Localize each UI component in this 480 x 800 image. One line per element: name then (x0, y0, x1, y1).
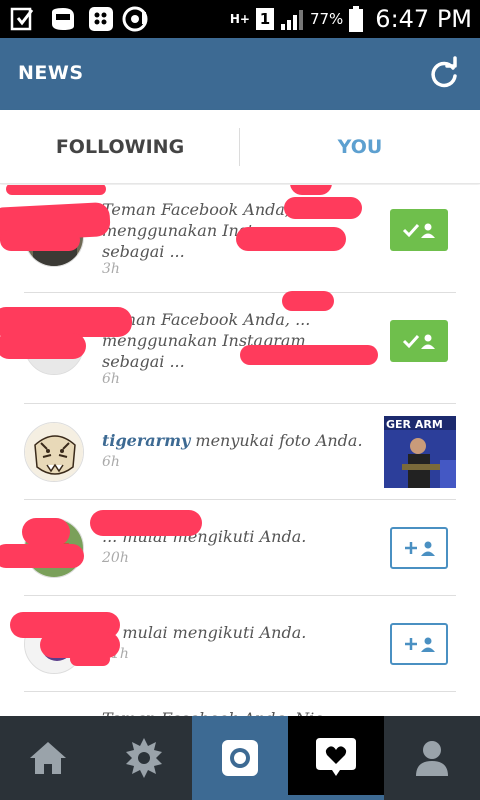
item-time: 20h (102, 550, 129, 566)
redaction-mark (284, 197, 362, 219)
add-user-icon (405, 541, 435, 556)
redaction-mark (0, 333, 86, 359)
follow-button[interactable] (390, 527, 448, 569)
following-button[interactable] (390, 209, 448, 251)
download-icon (10, 7, 34, 31)
tiger-avatar-icon (25, 423, 83, 481)
explore-icon (126, 738, 162, 778)
item-text: tigerarmy menyukai foto Anda. (102, 430, 372, 451)
profile-icon (416, 741, 448, 776)
follow-button[interactable] (390, 623, 448, 665)
status-indicators: H+ 1 77% 6:47 PM (230, 4, 472, 34)
network-type: H+ (229, 12, 250, 26)
page-title: NEWS (18, 62, 84, 84)
chat-icon (52, 8, 74, 30)
bottom-nav (0, 716, 480, 800)
nav-home[interactable] (0, 716, 96, 800)
battery-percent: 77% (309, 10, 344, 28)
avatar (24, 422, 84, 482)
redaction-mark (22, 518, 70, 546)
item-text: Teman Facebook Anda, Nic (102, 708, 372, 716)
item-time: 6h (102, 454, 120, 470)
nav-camera[interactable] (192, 716, 288, 800)
tab-bar: FOLLOWING YOU (0, 110, 480, 184)
list-item[interactable]: Teman Facebook Anda, ... menggunakan Ins… (0, 291, 480, 404)
status-bar: H+ 1 77% 6:47 PM (0, 0, 480, 38)
liked-photo-thumbnail[interactable]: GER ARM (384, 416, 456, 488)
list-item[interactable]: Teman Facebook Anda, ... menggunakan Ins… (0, 185, 480, 293)
bbm-icon (89, 7, 113, 31)
clock: 6:47 PM (375, 5, 472, 33)
item-time: 6h (102, 371, 120, 387)
message-icon (122, 6, 148, 32)
redaction-mark (70, 652, 110, 666)
tab-you[interactable]: YOU (240, 110, 480, 184)
list-item[interactable]: ... mulai mengikuti Anda. 20h (0, 500, 480, 596)
add-user-icon (405, 637, 435, 652)
signal-icon (280, 10, 303, 30)
news-feed[interactable]: Teman Facebook Anda, ... menggunakan Ins… (0, 185, 480, 716)
redaction-mark (282, 291, 334, 311)
following-check-icon (402, 334, 435, 349)
home-icon (30, 742, 66, 774)
list-item[interactable]: ... mulai mengikuti Anda. 21h (0, 596, 480, 692)
nav-explore[interactable] (96, 716, 192, 800)
battery-icon (349, 6, 364, 32)
redaction-mark (0, 229, 80, 251)
redaction-mark (0, 544, 84, 568)
app-header: NEWS (0, 38, 480, 110)
item-action-text: menyukai foto Anda. (195, 431, 363, 450)
thumbnail-caption: GER ARM (386, 418, 443, 431)
following-check-icon (402, 223, 435, 238)
redaction-mark (90, 510, 202, 536)
redaction-mark (290, 185, 332, 195)
nav-activity[interactable] (288, 716, 384, 800)
camera-icon (222, 740, 258, 776)
tab-following[interactable]: FOLLOWING (0, 110, 240, 184)
following-button[interactable] (390, 320, 448, 362)
item-time: 3h (102, 261, 120, 277)
redaction-mark (240, 345, 378, 365)
refresh-icon[interactable] (426, 56, 462, 92)
item-text: ... mulai mengikuti Anda. (102, 623, 307, 642)
redaction-mark (236, 227, 346, 251)
list-item[interactable]: Teman Facebook Anda, Nic (0, 692, 480, 716)
list-item[interactable]: tigerarmy menyukai foto Anda. 6h GER ARM (0, 404, 480, 500)
username-link[interactable]: tigerarmy (102, 431, 190, 450)
activity-icon (316, 737, 356, 776)
nav-profile[interactable] (384, 716, 480, 800)
sim-indicator: 1 (255, 8, 274, 30)
